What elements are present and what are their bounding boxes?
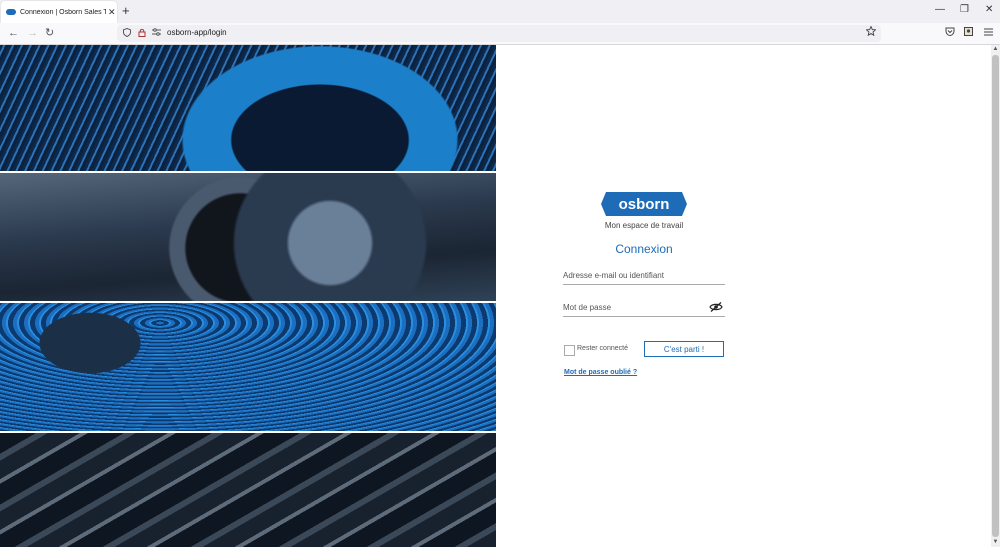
scroll-up-icon[interactable]: ▲ [991, 45, 1000, 54]
forgot-password-link[interactable]: Mot de passe oublié ? [564, 369, 637, 376]
email-field[interactable]: Adresse e-mail ou identifiant [563, 269, 725, 285]
menu-icon[interactable] [984, 26, 993, 40]
pocket-icon[interactable] [945, 26, 955, 40]
restore-button[interactable]: ❐ [960, 4, 969, 16]
close-window-button[interactable]: ✕ [985, 4, 993, 16]
login-heading: Connexion [615, 242, 673, 256]
url-bar[interactable]: osborn-app/login [117, 25, 881, 42]
scrollbar[interactable]: ▲ ▼ [991, 45, 1000, 547]
scroll-thumb[interactable] [992, 55, 999, 537]
back-button[interactable]: ← [8, 25, 19, 41]
rollers-image [0, 433, 496, 547]
url-text[interactable]: osborn-app/login [167, 28, 227, 37]
star-icon[interactable] [865, 25, 877, 40]
navigation-bar: ← → ↻ osborn-app/login [0, 23, 1000, 45]
submit-button[interactable]: C'est parti ! [644, 341, 724, 357]
browser-tab[interactable]: Connexion | Osborn Sales Tool ✕ [1, 1, 117, 23]
logo-text: osborn [619, 196, 670, 213]
email-placeholder: Adresse e-mail ou identifiant [563, 271, 664, 280]
tab-close-icon[interactable]: ✕ [108, 7, 116, 17]
eye-slash-icon[interactable] [709, 302, 723, 312]
tab-bar: Connexion | Osborn Sales Tool ✕ + — ❐ ✕ [0, 0, 1000, 23]
scroll-down-icon[interactable]: ▼ [991, 538, 1000, 547]
osborn-logo: osborn [601, 192, 687, 216]
remember-checkbox[interactable] [564, 345, 575, 356]
machine-bolt-image [0, 173, 496, 301]
wire-brush-image [0, 45, 496, 171]
lock-icon[interactable] [138, 28, 146, 40]
tab-title: Connexion | Osborn Sales Tool [20, 8, 106, 16]
minimize-button[interactable]: — [935, 4, 945, 16]
permissions-icon[interactable] [152, 28, 161, 39]
workspace-subtitle: Mon espace de travail [604, 221, 684, 230]
osborn-favicon-icon [6, 9, 16, 15]
reload-button[interactable]: ↻ [45, 25, 54, 41]
shield-icon[interactable] [123, 27, 131, 40]
remember-label: Rester connecté [577, 345, 628, 352]
flap-disc-image [0, 303, 496, 431]
password-placeholder: Mot de passe [563, 303, 612, 312]
extensions-icon[interactable] [964, 26, 973, 40]
page-content: osborn Mon espace de travail Connexion A… [0, 45, 991, 547]
password-field[interactable]: Mot de passe [563, 301, 725, 317]
new-tab-button[interactable]: + [122, 4, 130, 18]
forward-button[interactable]: → [27, 25, 38, 41]
